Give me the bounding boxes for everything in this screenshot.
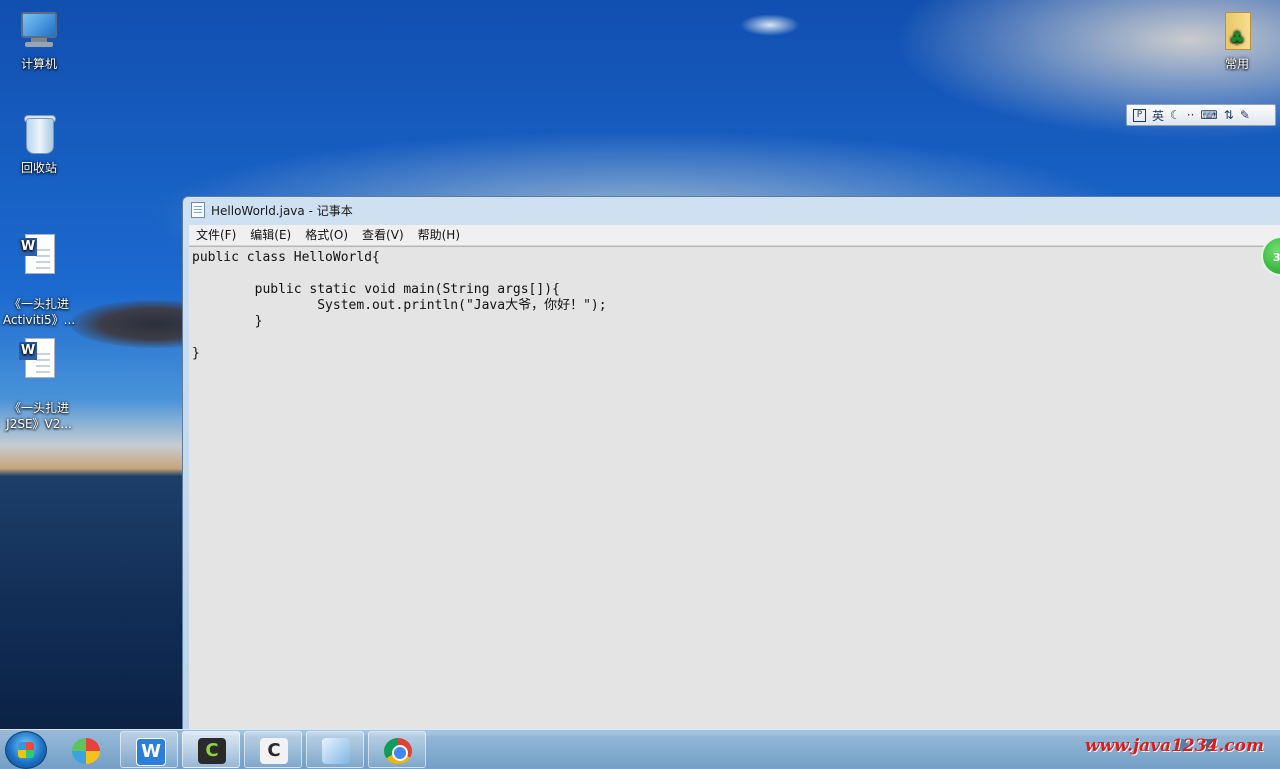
menu-format[interactable]: 格式(O): [298, 225, 355, 245]
start-button[interactable]: [5, 731, 47, 769]
dots-icon[interactable]: ··: [1187, 108, 1195, 122]
word-document-icon: W: [17, 232, 61, 276]
camtasia-icon: C: [260, 738, 288, 764]
menu-bar: 文件(F) 编辑(E) 格式(O) 查看(V) 帮助(H): [189, 225, 1280, 246]
menu-help[interactable]: 帮助(H): [411, 225, 467, 245]
taskbar-app-wps[interactable]: W: [120, 731, 178, 768]
taskbar: W C C www.java1234.com: [0, 729, 1280, 769]
watermark-text: www.java1234.com: [1084, 736, 1264, 756]
desktop-icon-label: 常用: [1224, 57, 1249, 71]
notepad-window: HelloWorld.java - 记事本 文件(F) 编辑(E) 格式(O) …: [182, 196, 1280, 736]
ime-toolbar[interactable]: P 英 ☾ ·· ⌨ ⇅ ✎: [1126, 104, 1276, 126]
desktop-icon-label: 计算机: [20, 57, 57, 71]
wallpaper-cloud-light: [740, 14, 800, 36]
desktop-icon-label: 回收站: [20, 161, 57, 175]
word-document-icon: W: [17, 336, 61, 380]
camtasia-icon: C: [198, 738, 226, 764]
taskbar-app-camtasia-recorder[interactable]: C: [182, 731, 240, 768]
wps-writer-icon: W: [136, 738, 166, 766]
taskbar-app-camtasia-studio[interactable]: C: [244, 731, 302, 768]
text-editor[interactable]: public class HelloWorld{ public static v…: [189, 246, 1280, 735]
desktop-icon-doc-j2se[interactable]: W 《一头扎进 J2SE》V2...: [0, 320, 78, 448]
desktop-icon-recycle-bin[interactable]: 回收站: [0, 112, 78, 176]
recycle-bin-icon: [17, 112, 61, 156]
notepad-icon: [322, 738, 350, 764]
window-title: HelloWorld.java - 记事本: [211, 203, 353, 218]
taskbar-app-notepad[interactable]: [306, 731, 364, 768]
menu-file[interactable]: 文件(F): [189, 225, 243, 245]
editor-content[interactable]: public class HelloWorld{ public static v…: [189, 247, 1280, 365]
desktop-icon-label: 《一头扎进 J2SE》V2...: [6, 401, 72, 431]
taskbar-app-chrome[interactable]: [368, 731, 426, 768]
menu-edit[interactable]: 编辑(E): [243, 225, 298, 245]
moon-icon[interactable]: ☾: [1170, 108, 1181, 122]
folder-icon: ♣: [1215, 8, 1259, 52]
ime-logo-icon[interactable]: P: [1133, 108, 1146, 122]
wrench-icon[interactable]: ✎: [1240, 108, 1250, 122]
notepad-icon: [191, 202, 205, 218]
window-titlebar[interactable]: HelloWorld.java - 记事本: [183, 197, 1280, 223]
ime-language-toggle[interactable]: 英: [1152, 107, 1164, 124]
arrows-icon[interactable]: ⇅: [1224, 108, 1234, 122]
desktop-icon-folder[interactable]: ♣ 常用: [1198, 8, 1276, 72]
chrome-icon: [384, 738, 412, 764]
computer-icon: [17, 8, 61, 52]
menu-view[interactable]: 查看(V): [355, 225, 411, 245]
taskbar-app-flower[interactable]: [56, 731, 114, 768]
flower-app-icon: [72, 738, 100, 764]
desktop-icon-computer[interactable]: 计算机: [0, 8, 78, 72]
keyboard-icon[interactable]: ⌨: [1200, 108, 1217, 122]
